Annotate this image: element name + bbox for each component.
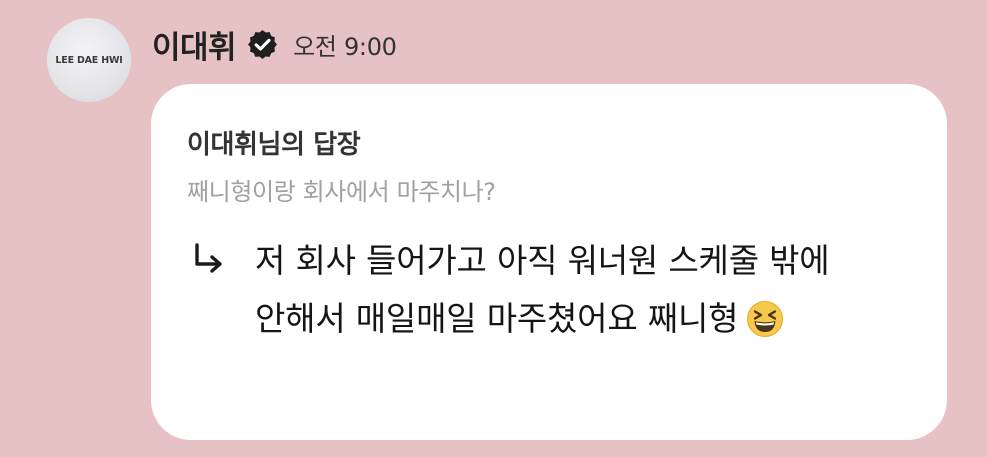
avatar[interactable]: LEE DAE HWI <box>47 18 131 102</box>
reply-arrow-icon <box>191 242 227 278</box>
avatar-text: LEE DAE HWI <box>55 54 123 66</box>
message-body: 저 회사 들어가고 아직 워너원 스케줄 밖에 안해서 매일매일 마주쳤어요 째… <box>255 241 830 338</box>
reply-title: 이대휘님의 답장 <box>187 130 361 160</box>
verified-badge-icon <box>246 28 279 61</box>
quoted-message[interactable]: 째니형이랑 회사에서 마주치나? <box>187 172 496 207</box>
author-name[interactable]: 이대휘 <box>152 22 237 67</box>
message-bubble[interactable]: 이대휘님의 답장 째니형이랑 회사에서 마주치나? 저 회사 들어가고 아직 워… <box>151 84 947 440</box>
grinning-squinting-face-icon <box>746 298 784 337</box>
message-text: 저 회사 들어가고 아직 워너원 스케줄 밖에 안해서 매일매일 마주쳤어요 째… <box>255 232 915 348</box>
timestamp: 오전 9:00 <box>293 32 397 61</box>
message-header: 이대휘 오전 9:00 <box>152 22 397 66</box>
